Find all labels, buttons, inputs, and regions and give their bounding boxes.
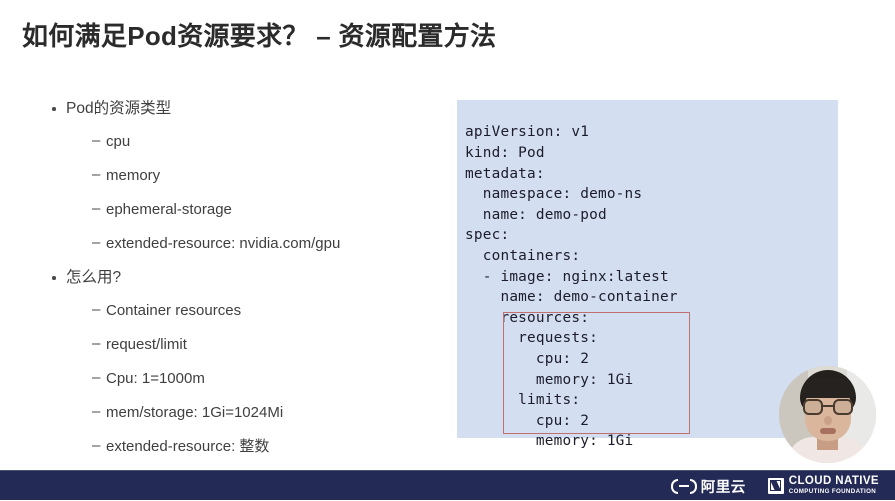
glasses-lens-right	[833, 399, 853, 415]
cncf-logo-text: CLOUD NATIVE COMPUTING FOUNDATION	[789, 476, 879, 495]
cncf-helm-icon	[767, 477, 784, 494]
page-title: 如何满足Pod资源要求？ – 资源配置方法	[22, 21, 497, 51]
presenter-hair-front	[802, 378, 854, 398]
glasses-lens-left	[803, 399, 823, 415]
footer-logo-group: 阿里云 CLOUD NATIVE COMPUTING FOUNDATION	[670, 471, 879, 501]
bullet-sub-item: Container resources	[48, 301, 448, 319]
bullet-sub-item: Cpu: 1=1000m	[48, 369, 448, 387]
cncf-logo-line1: CLOUD NATIVE	[788, 475, 879, 488]
bullet-sub-item: mem/storage: 1Gi=1024Mi	[48, 403, 448, 421]
bullet-heading: 怎么用?	[48, 269, 448, 286]
bullet-sub-item: request/limit	[48, 335, 448, 353]
presenter-mouth	[820, 428, 836, 434]
yaml-code-text: apiVersion: v1 kind: Pod metadata: names…	[465, 124, 678, 450]
aliyun-center-bar	[678, 484, 689, 487]
bullet-sub-item: cpu	[48, 132, 448, 150]
bullet-sub-item: memory	[48, 166, 448, 184]
bullet-sub-item: ephemeral-storage	[48, 200, 448, 218]
bullet-heading: Pod的资源类型	[48, 100, 448, 117]
cncf-logo: CLOUD NATIVE COMPUTING FOUNDATION	[767, 476, 879, 495]
footer-bar: 阿里云 CLOUD NATIVE COMPUTING FOUNDATION	[0, 470, 895, 500]
glasses-bridge	[823, 405, 833, 408]
aliyun-left-bracket	[670, 478, 678, 494]
glasses-icon	[803, 399, 853, 415]
presenter-nose	[824, 416, 832, 425]
presenter-webcam-avatar	[779, 366, 876, 463]
bullet-group-usage: 怎么用? Container resources request/limit C…	[48, 269, 448, 455]
bullet-sub-item: extended-resource: nvidia.com/gpu	[48, 234, 448, 252]
slide-canvas: 如何满足Pod资源要求？ – 资源配置方法 Pod的资源类型 cpu memor…	[0, 0, 895, 500]
aliyun-bracket-icon	[670, 478, 697, 494]
bullet-group-resource-types: Pod的资源类型 cpu memory ephemeral-storage ex…	[48, 100, 448, 252]
bullet-sub-item: extended-resource: 整数	[48, 437, 448, 455]
aliyun-logo-text: 阿里云	[700, 479, 746, 496]
aliyun-logo: 阿里云	[670, 476, 746, 497]
bullet-list: Pod的资源类型 cpu memory ephemeral-storage ex…	[48, 100, 448, 472]
cncf-logo-line2: COMPUTING FOUNDATION	[788, 488, 877, 496]
aliyun-right-bracket	[689, 478, 697, 494]
